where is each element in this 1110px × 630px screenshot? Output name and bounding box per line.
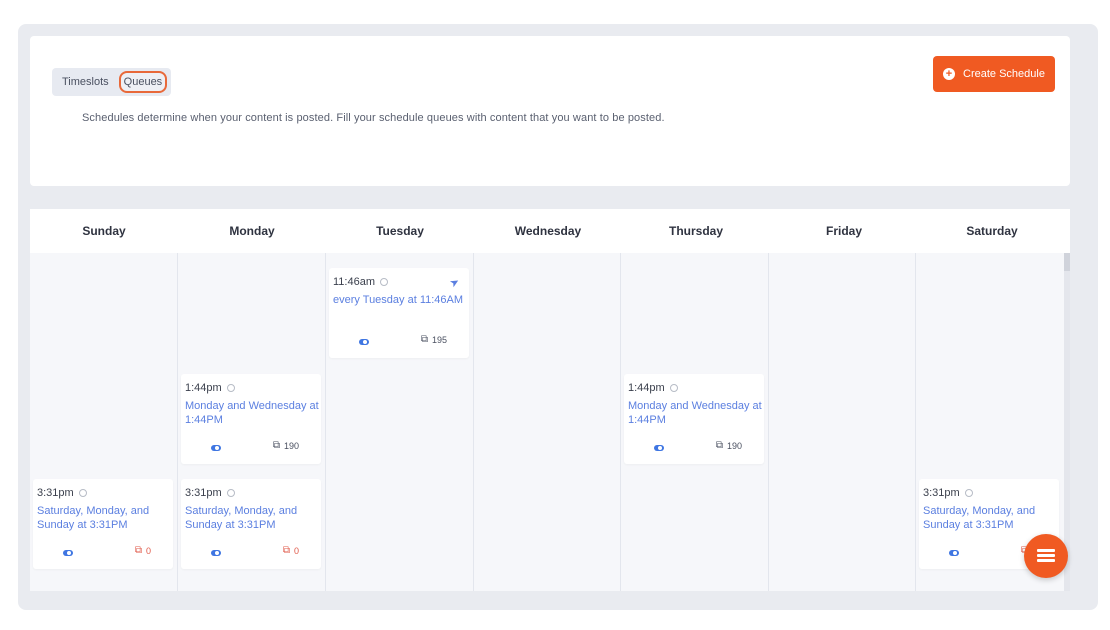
copy-icon: ⧉ — [134, 545, 142, 556]
column-divider — [915, 253, 916, 591]
timeslot-toggle[interactable] — [211, 550, 221, 556]
calendar-scrollbar[interactable] — [1064, 253, 1070, 591]
queue-count: ⧉ 195 — [421, 334, 447, 345]
day-header-sunday: Sunday — [82, 224, 126, 238]
time-label: 11:46am — [333, 276, 375, 288]
schedule-header-card: Timeslots Queues Schedules determine whe… — [30, 36, 1070, 186]
view-tabs: Timeslots Queues — [52, 68, 172, 96]
column-divider — [325, 253, 326, 591]
timeslot-frequency: every Tuesday at 11:46AM — [333, 294, 464, 306]
timeslot-frequency: Saturday, Monday, and Sunday at 3:31PM — [185, 505, 298, 531]
copy-icon: ⧉ — [272, 440, 280, 451]
floating-action-button[interactable] — [1024, 534, 1068, 578]
queue-count: ⧉0 — [135, 545, 151, 556]
timeslot-time: 1:44pm — [185, 382, 235, 394]
calendar-header: Sunday Monday Tuesday Wednesday Thursday… — [30, 209, 1070, 253]
timeslot-frequency: Saturday, Monday, and Sunday at 3:31PM — [923, 505, 1036, 531]
column-divider — [473, 253, 474, 591]
day-header-wednesday: Wednesday — [514, 224, 582, 238]
day-header-friday: Friday — [825, 224, 862, 238]
column-divider — [177, 253, 178, 591]
clock-icon — [380, 278, 388, 286]
queue-count: ⧉0 — [283, 545, 299, 556]
timeslot-frequency: Monday and Wednesday at 1:44PM — [185, 400, 319, 426]
time-label: 3:31pm — [923, 487, 960, 499]
time-label: 3:31pm — [185, 487, 222, 499]
copy-icon: ⧉ — [282, 545, 290, 556]
timeslot-time: 3:31pm — [923, 487, 973, 499]
timeslot-frequency: Saturday, Monday, and Sunday at 3:31PM — [37, 505, 150, 531]
tab-queues[interactable]: Queues — [118, 71, 168, 93]
create-schedule-button[interactable]: + Create Schedule — [933, 56, 1055, 92]
queue-count-value: 195 — [431, 334, 447, 345]
timeslot-time: 1:44pm — [628, 382, 678, 394]
queue-count-value: 0 — [145, 545, 151, 556]
timeslot-card[interactable]: 3:31pm Saturday, Monday, and Sunday at 3… — [181, 479, 321, 569]
day-header-saturday: Saturday — [966, 224, 1018, 238]
day-header-thursday: Thursday — [668, 224, 723, 238]
timeslot-toggle[interactable] — [949, 550, 959, 556]
clock-icon — [226, 489, 235, 497]
timeslot-card[interactable]: 11:46am ➤ every Tuesday at 11:46AM ⧉ 195 — [329, 268, 469, 358]
timeslot-time: 3:31pm — [37, 487, 87, 499]
column-divider — [620, 253, 621, 591]
timeslot-toggle[interactable] — [359, 339, 369, 345]
timeslot-toggle[interactable] — [211, 445, 221, 451]
scrollbar-thumb[interactable] — [1064, 253, 1070, 271]
timeslot-card[interactable]: 1:44pm Monday and Wednesday at 1:44PM ⧉ 1… — [624, 374, 764, 464]
column-divider — [768, 253, 769, 591]
queue-count-value: 190 — [726, 440, 742, 451]
copy-icon: ⧉ — [420, 334, 428, 345]
time-label: 1:44pm — [628, 382, 665, 394]
menu-stack-icon — [1037, 549, 1055, 563]
schedules-description: Schedules determine when your content is… — [82, 112, 665, 124]
clock-icon — [964, 489, 973, 497]
queue-count-value: 0 — [293, 545, 299, 556]
clock-icon — [226, 384, 235, 392]
timeslot-time: 11:46am — [333, 276, 388, 288]
create-schedule-label: Create Schedule — [963, 68, 1045, 80]
timeslot-card[interactable]: 3:31pm Saturday, Monday, and Sunday at 3… — [33, 479, 173, 569]
time-label: 3:31pm — [37, 487, 74, 499]
timeslot-card[interactable]: 1:44pm Monday and Wednesday at 1:44PM ⧉ 1… — [181, 374, 321, 464]
timeslot-toggle[interactable] — [63, 550, 73, 556]
queue-count: ⧉ 190 — [716, 440, 742, 451]
send-icon[interactable]: ➤ — [447, 275, 462, 290]
day-header-monday: Monday — [229, 224, 275, 238]
time-label: 1:44pm — [185, 382, 222, 394]
clock-icon — [669, 384, 678, 392]
clock-icon — [78, 489, 87, 497]
copy-icon: ⧉ — [715, 440, 723, 451]
plus-circle-icon: + — [943, 68, 956, 80]
timeslot-frequency: Monday and Wednesday at 1:44PM — [628, 400, 762, 426]
timeslot-time: 3:31pm — [185, 487, 235, 499]
timeslot-toggle[interactable] — [654, 445, 664, 451]
queue-count-value: 190 — [283, 440, 299, 451]
tab-timeslots[interactable]: Timeslots — [58, 72, 113, 92]
queue-count: ⧉ 190 — [273, 440, 299, 451]
day-header-tuesday: Tuesday — [376, 224, 424, 238]
